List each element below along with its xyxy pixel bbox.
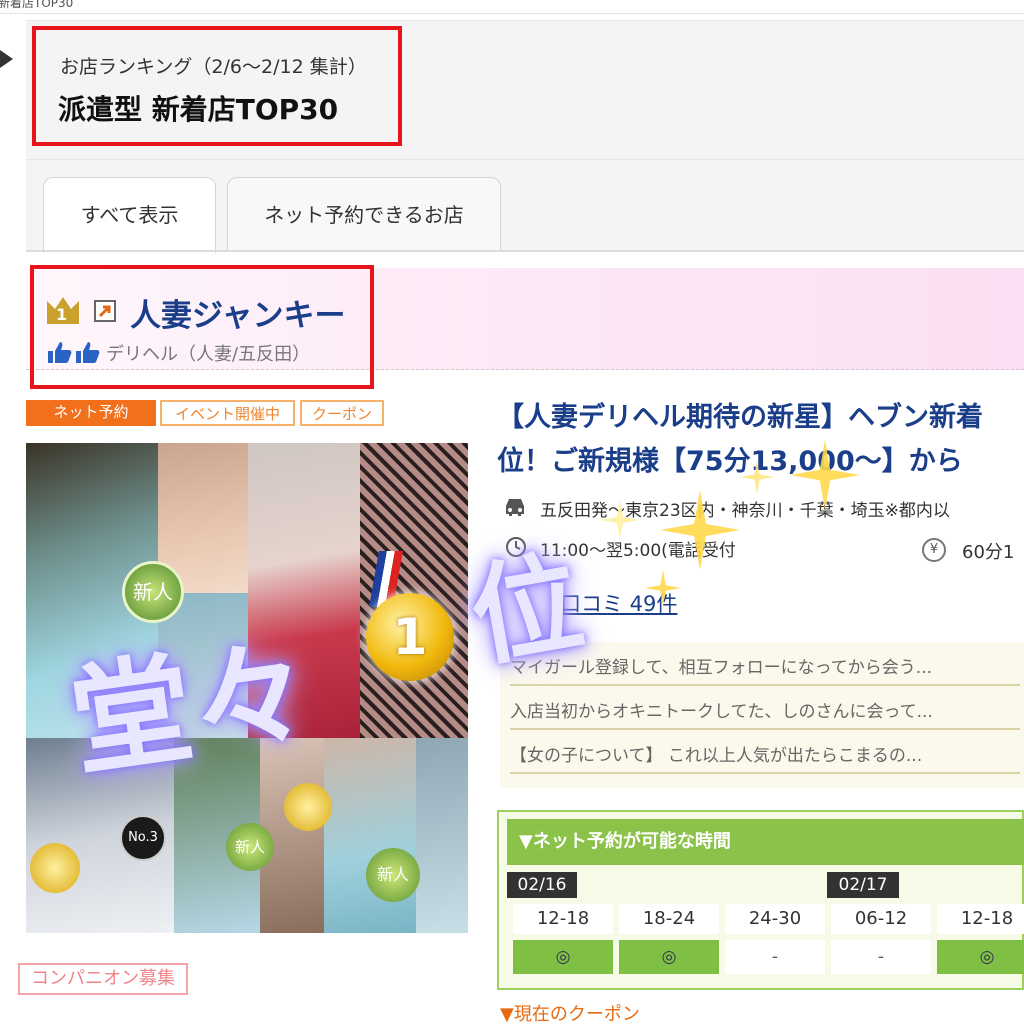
new-badge: 新人 [226,823,274,871]
badge-net-reservation: ネット予約 [26,400,156,426]
tab-divider [26,250,1024,252]
play-arrow-icon [0,50,13,68]
time-slot: 24-30 [725,904,825,934]
sparkle-icon [600,500,640,544]
review-item[interactable]: 入店当初からオキニトークしてた、しのさんに会って... [510,698,1020,730]
badge-coupon: クーポン [300,400,384,426]
slot-available-button[interactable]: ◎ [513,940,613,974]
top-strip: 新着店TOP30 [0,0,1024,14]
slot-available-button[interactable]: ◎ [619,940,719,974]
time-slot: 06-12 [831,904,931,934]
yen-icon: ¥ [922,538,946,562]
reservation-header: ▼ネット予約が可能な時間 [507,819,1024,865]
price-info: 60分1 [962,542,1015,563]
sparkle-icon [645,570,681,610]
time-slot: 18-24 [619,904,719,934]
tab-all[interactable]: すべて表示 [43,177,216,253]
slot-unavailable: - [725,940,825,974]
date-label: 02/17 [827,872,899,898]
gold-medal-icon: 1 [366,593,454,681]
slot-available-button[interactable]: ◎ [937,940,1024,974]
current-coupon-link[interactable]: ▼現在のクーポン [500,1000,640,1024]
date-label: 02/16 [507,872,577,898]
time-slot: 12-18 [513,904,613,934]
photo-tile [324,738,416,933]
shop-genre: デリヘル（人妻/五反田） [106,344,311,365]
no3-badge: No.3 [120,815,166,861]
tab-net-reservation[interactable]: ネット予約できるお店 [227,177,501,252]
top-strip-text: 新着店TOP30 [0,0,74,10]
headline-line-1: 【人妻デリヘル期待の新星】ヘブン新着 [497,402,983,433]
new-badge: 新人 [366,848,420,902]
ranking-title-box: お店ランキング（2/6〜2/12 集計） 派遣型 新着店TOP30 [32,26,402,146]
sparkle-icon [660,490,740,574]
review-item[interactable]: 【女の子について】 これ以上人気が出たらこまるの... [510,742,1020,774]
overlay-doudou-text: 堂々 [63,622,321,794]
sparkle-icon [790,440,860,514]
badge-event: イベント開催中 [160,400,295,426]
crown-rank-number: 1 [56,305,68,324]
ranking-subtitle: お店ランキング（2/6〜2/12 集計） [60,56,367,78]
thumbs-up-icon [46,340,102,368]
crown-rank-icon: 1 [46,295,80,325]
gold-badge-icon [284,783,332,831]
shop-name-link[interactable]: 人妻ジャンキー [130,290,345,335]
gold-badge-icon [30,843,80,893]
sparkle-icon [740,460,774,498]
photo-tile [416,738,468,933]
external-link-icon[interactable] [94,300,116,322]
time-slot: 12-18 [937,904,1024,934]
companion-recruit-button[interactable]: コンパニオン募集 [18,963,188,995]
slot-unavailable: - [831,940,931,974]
ranking-title: 派遣型 新着店TOP30 [58,93,339,126]
